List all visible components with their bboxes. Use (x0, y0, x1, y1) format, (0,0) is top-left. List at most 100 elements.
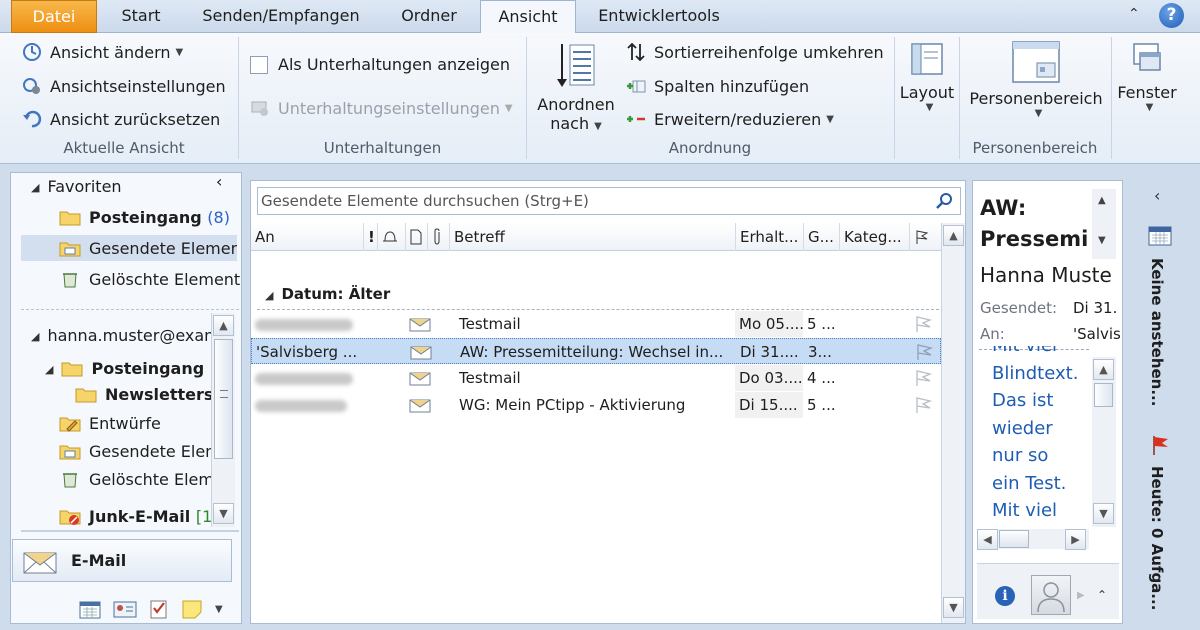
scroll-up-icon[interactable]: ▲ (943, 225, 964, 246)
anordnen-label: Anordnen (537, 95, 615, 114)
search-input[interactable]: Gesendete Elemente durchsuchen (Strg+E) (257, 187, 961, 215)
favorites-header[interactable]: ◢ Favoriten (31, 173, 122, 199)
mail-module-button[interactable]: E-Mail (12, 539, 232, 582)
anordnen-nach-button[interactable]: Anordnen nach ▼ (535, 41, 617, 133)
avatar[interactable] (1031, 575, 1071, 615)
tasks-icon[interactable] (149, 598, 169, 620)
sent-folder-icon (59, 445, 81, 460)
message-received: Do 03.... (735, 365, 803, 391)
unterhaltungseinstellungen-button[interactable]: Unterhaltungseinstellungen ▼ (250, 98, 513, 118)
scroll-up-icon[interactable]: ▲ (1093, 359, 1114, 380)
expanded-triangle-icon: ◢ (265, 289, 274, 302)
column-header-attachment[interactable] (427, 223, 449, 251)
add-columns-icon (627, 80, 646, 93)
message-row[interactable]: Testmail Do 03.... 4 ... (251, 365, 941, 391)
checkbox-box (250, 55, 268, 74)
tab-senden-empfangen[interactable]: Senden/Empfangen (190, 0, 372, 33)
flag-icon[interactable] (914, 342, 934, 362)
scroll-up-icon[interactable]: ▲ (1098, 195, 1106, 206)
sortierreihenfolge-umkehren-button[interactable]: Sortierreihenfolge umkehren (626, 42, 884, 62)
nav-account[interactable]: ◢ hanna.muster@exam (31, 322, 211, 348)
group-label-anordnung: Anordnung (668, 139, 752, 157)
body-line: nur so (992, 445, 1049, 466)
column-header-reminder[interactable] (377, 223, 405, 251)
header-scrollbar[interactable]: ▲ ▼ (1092, 189, 1116, 259)
nav-folder-posteingang[interactable]: ◢Posteingang (8 (45, 355, 211, 381)
message-received: Di 31.... (740, 343, 799, 361)
body-scrollbar[interactable]: ▲ ▼ (1092, 357, 1116, 527)
message-row[interactable]: WG: Mein PCtipp - Aktivierung Di 15.... … (251, 392, 941, 418)
info-icon[interactable]: i (995, 586, 1015, 606)
collapse-nav-icon[interactable]: ‹ (216, 172, 222, 191)
search-icon[interactable] (936, 192, 954, 210)
scroll-down-icon[interactable]: ▼ (213, 503, 234, 524)
notes-icon[interactable] (181, 599, 203, 619)
message-row[interactable]: Testmail Mo 05.... 5 ... (251, 311, 941, 337)
scroll-up-icon[interactable]: ▲ (213, 315, 234, 336)
group-label-aktuelle-ansicht: Aktuelle Ansicht (63, 139, 185, 157)
message-received: Mo 05.... (735, 311, 803, 337)
nav-folder-gesendete[interactable]: Gesendete Elem (59, 438, 211, 464)
flag-icon[interactable] (913, 314, 933, 334)
expand-people-pane-icon[interactable]: ⌃ (1097, 588, 1107, 602)
tab-ordner[interactable]: Ordner (388, 0, 470, 33)
tab-start[interactable]: Start (108, 0, 174, 33)
column-header-an[interactable]: An (251, 223, 363, 251)
calendar-icon[interactable] (1148, 224, 1172, 246)
flag-icon[interactable] (1150, 434, 1172, 456)
body-line: Mit viel (992, 500, 1058, 521)
flag-icon[interactable] (913, 395, 933, 415)
view-settings-icon (23, 78, 40, 94)
message-list-scrollbar[interactable]: ▲ ▼ (941, 223, 965, 623)
nav-folder-junk[interactable]: Junk-E-Mail [1] (59, 503, 211, 529)
group-header[interactable]: ◢ Datum: Älter (265, 285, 390, 303)
nav-favorite-geloeschte[interactable]: Gelöschte Element (59, 266, 240, 292)
personenbereich-button[interactable]: Personenbereich ▼ (964, 39, 1108, 119)
column-header-importance[interactable]: ! (363, 223, 377, 251)
tab-ansicht[interactable]: Ansicht (480, 0, 576, 34)
column-header-icon[interactable] (405, 223, 427, 251)
scroll-thumb[interactable] (1094, 383, 1113, 407)
calendar-icon[interactable] (79, 599, 101, 619)
minimize-ribbon-icon[interactable]: ⌃ (1128, 6, 1140, 22)
als-unterhaltungen-anzeigen-checkbox[interactable]: Als Unterhaltungen anzeigen (250, 55, 510, 74)
contacts-icon[interactable] (113, 599, 137, 619)
tab-datei[interactable]: Datei (11, 0, 97, 33)
erweitern-reduzieren-button[interactable]: Erweitern/reduzieren ▼ (626, 109, 834, 129)
nav-folder-newsletters[interactable]: Newsletters (! (75, 381, 211, 407)
configure-buttons-icon[interactable]: ▼ (215, 604, 223, 615)
scroll-thumb[interactable] (999, 530, 1029, 548)
todo-tasks-label[interactable]: Heute: 0 Aufga... (1148, 466, 1166, 610)
scroll-down-icon[interactable]: ▼ (1098, 235, 1106, 246)
flag-icon[interactable] (913, 368, 933, 388)
ansicht-zuruecksetzen-button[interactable]: Ansicht zurücksetzen (22, 109, 220, 129)
spalten-hinzufuegen-label: Spalten hinzufügen (654, 76, 810, 96)
column-header-flag[interactable] (909, 223, 941, 251)
body-hscrollbar[interactable]: ◀ ▶ (977, 529, 1089, 550)
nav-favorite-gesendete[interactable]: Gesendete Elemen (21, 235, 237, 261)
help-icon[interactable]: ? (1159, 3, 1184, 28)
fenster-button[interactable]: Fenster ▼ (1114, 41, 1180, 113)
scroll-down-icon[interactable]: ▼ (1093, 503, 1114, 524)
message-row-selected[interactable]: 'Salvisberg ... AW: Pressemitteilung: We… (251, 338, 941, 364)
nav-favorite-posteingang[interactable]: Posteingang (8) (59, 204, 230, 230)
nav-scrollbar[interactable]: ▲ ▼ (211, 313, 235, 527)
nav-folder-entwuerfe[interactable]: Entwürfe (59, 410, 211, 436)
spalten-hinzufuegen-button[interactable]: Spalten hinzufügen (626, 76, 809, 96)
column-header-erhalten[interactable]: Erhalt... (735, 223, 803, 251)
column-header-groesse[interactable]: G... (803, 223, 839, 251)
nav-scroll-thumb[interactable] (214, 339, 233, 459)
expand-todo-bar-icon[interactable]: ‹ (1154, 186, 1160, 205)
ansicht-aendern-button[interactable]: Ansicht ändern ▼ (22, 42, 183, 62)
column-header-kategorie[interactable]: Kateg... (839, 223, 909, 251)
scroll-left-icon[interactable]: ◀ (977, 529, 998, 550)
tab-entwicklertools[interactable]: Entwicklertools (588, 0, 730, 33)
layout-button[interactable]: Layout ▼ (896, 41, 958, 113)
todo-appointments-label[interactable]: Keine anstehen... (1148, 258, 1166, 406)
reverse-sort-icon (627, 42, 645, 62)
column-header-betreff[interactable]: Betreff (449, 223, 735, 251)
scroll-right-icon[interactable]: ▶ (1065, 529, 1086, 550)
nav-folder-geloeschte[interactable]: Gelöschte Elem (59, 466, 211, 492)
scroll-down-icon[interactable]: ▼ (943, 597, 964, 618)
ansichtseinstellungen-button[interactable]: Ansichtseinstellungen (22, 76, 226, 96)
